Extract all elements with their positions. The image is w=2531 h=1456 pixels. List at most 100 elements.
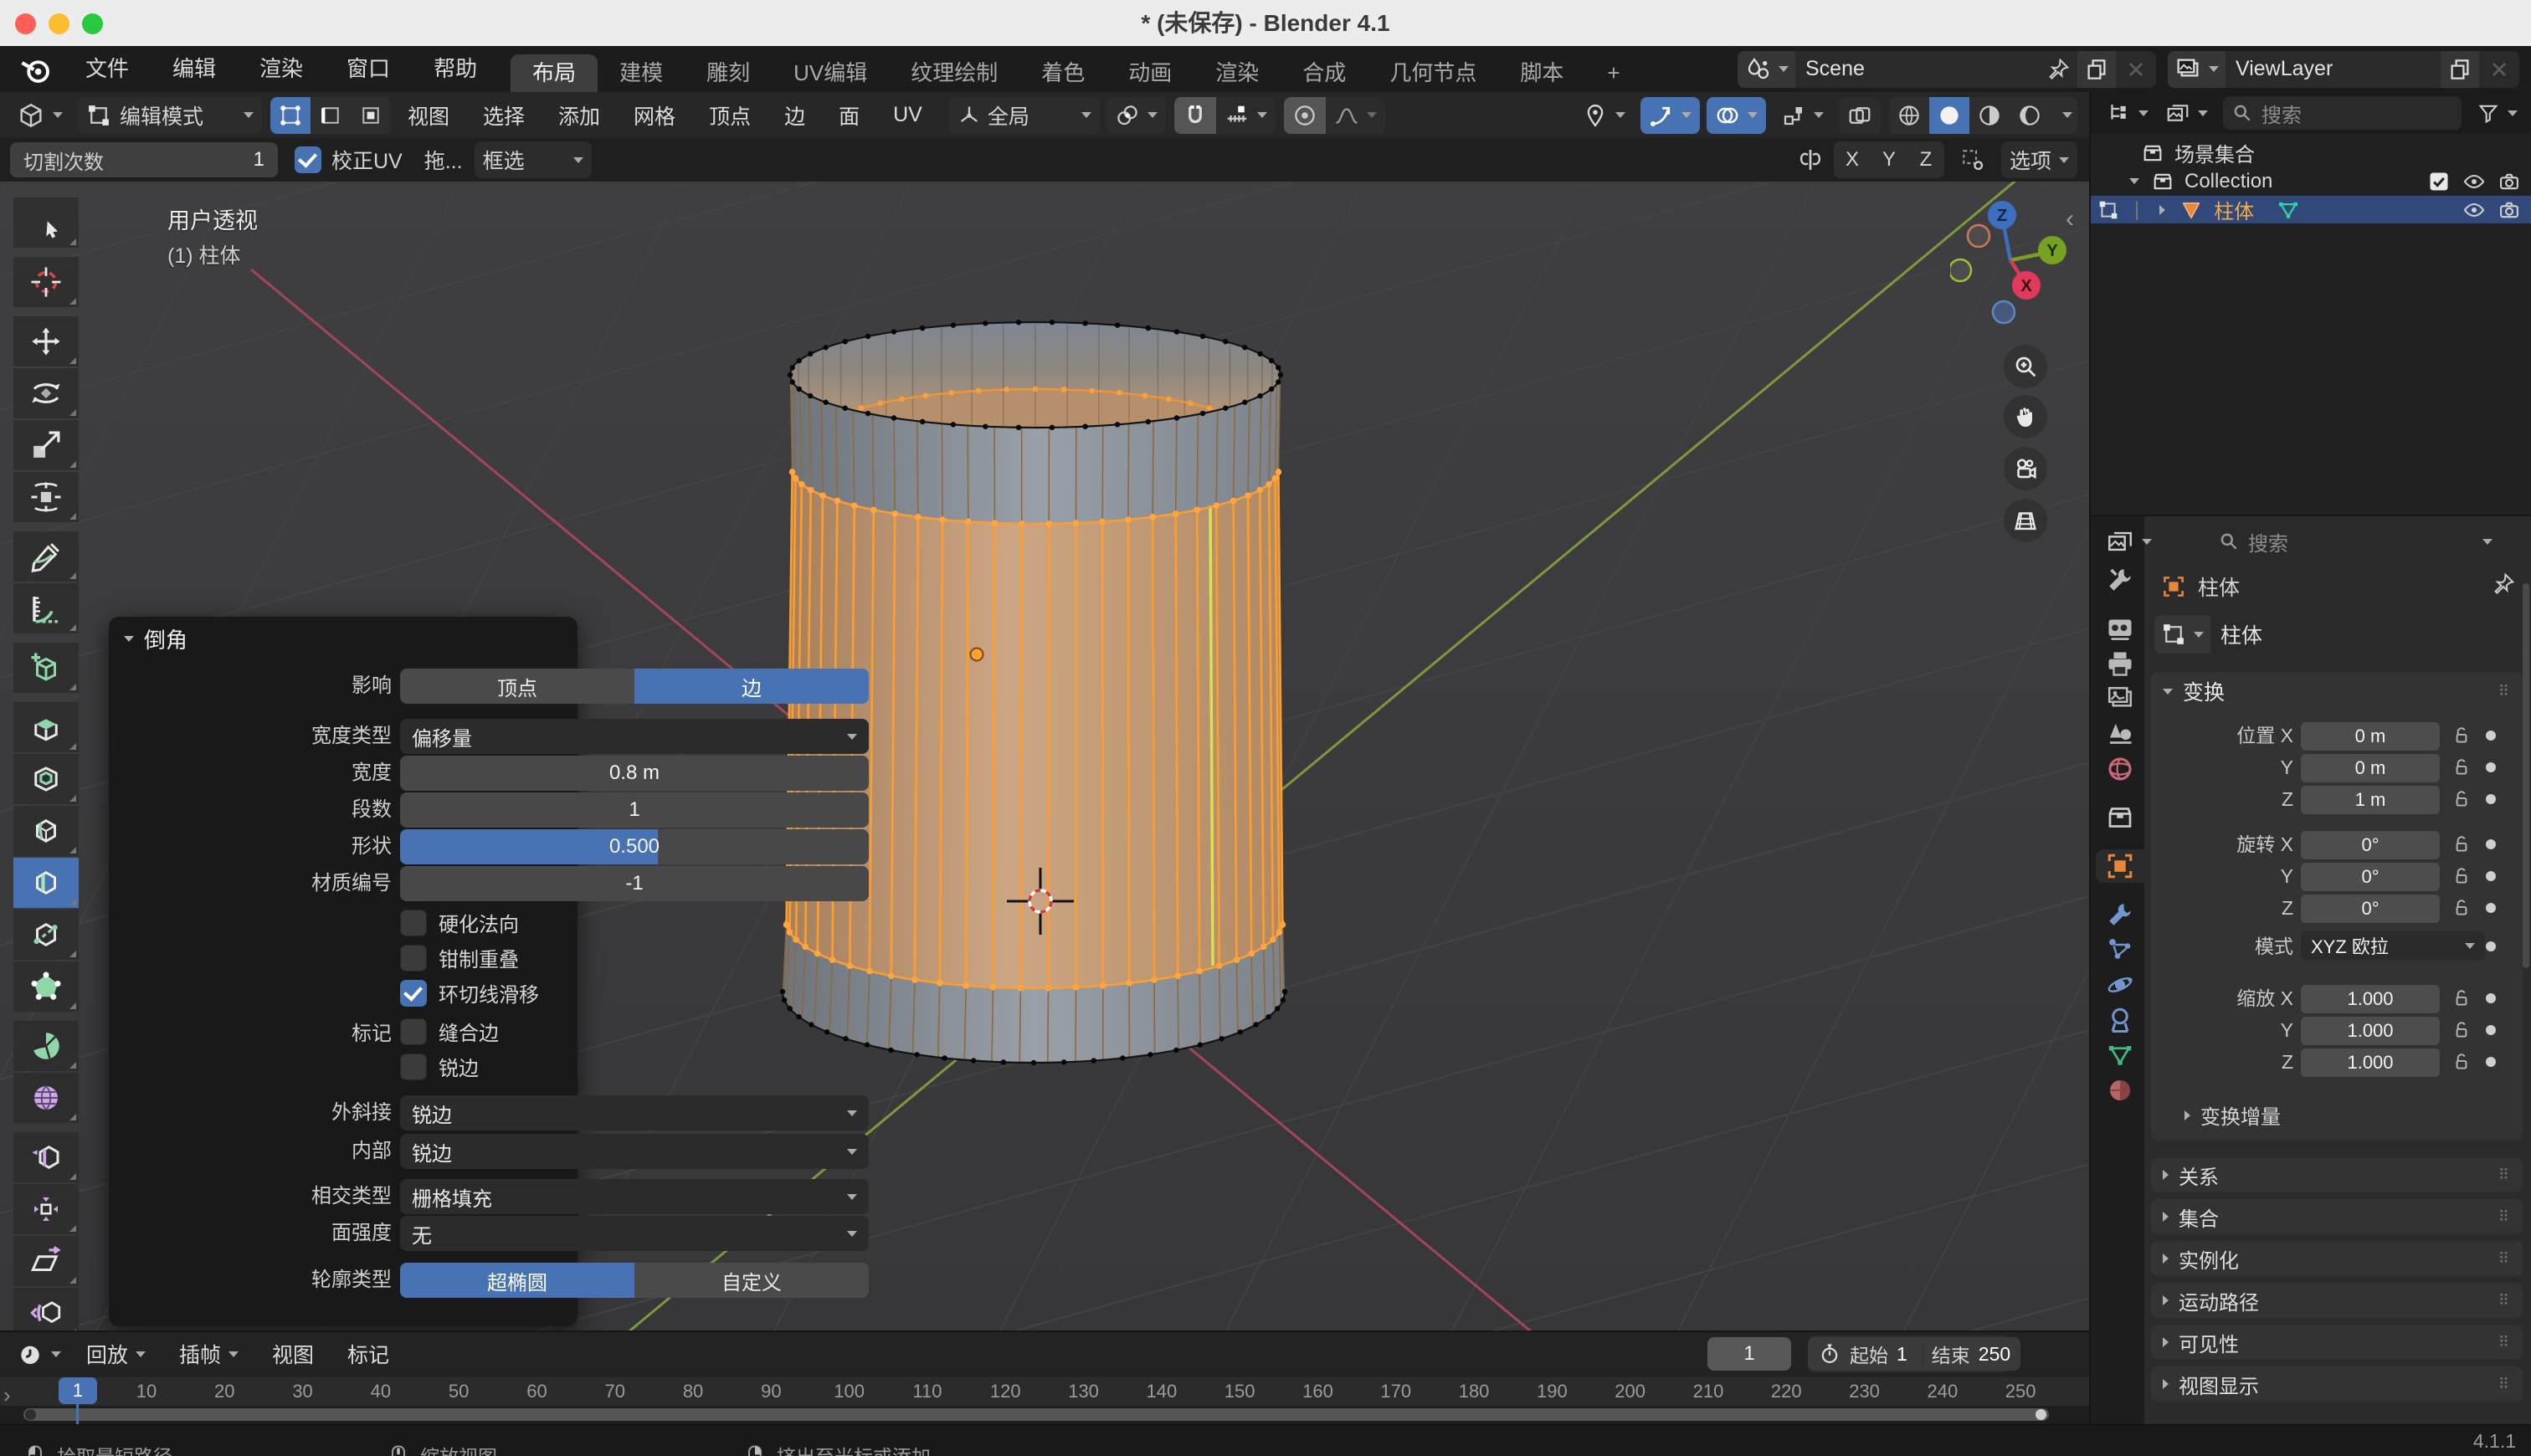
wireframe-shading-button[interactable] (1889, 97, 1929, 134)
animate-dot[interactable] (2486, 839, 2496, 849)
properties-section-collapsed[interactable]: 集合 ⠿ (2151, 1199, 2523, 1234)
lock-icon[interactable] (2451, 987, 2472, 1009)
tool-options-dropdown[interactable]: 选项 (2001, 141, 2077, 178)
gizmo-z-axis[interactable]: Z (1997, 207, 2007, 225)
gizmo-neg-z-axis[interactable] (1993, 301, 2015, 323)
gizmo-neg-y-axis[interactable] (1950, 259, 1971, 281)
profile-superellipse-option[interactable]: 超椭圆 (400, 1263, 634, 1298)
tab-tool[interactable] (2096, 563, 2144, 597)
transform-value-field[interactable]: 0° (2301, 863, 2440, 891)
tab-constraints[interactable] (2096, 1003, 2144, 1037)
miter-inner-dropdown[interactable]: 锐边 (400, 1134, 869, 1169)
pivot-point-dropdown[interactable] (1106, 97, 1166, 134)
disable-in-render-icon[interactable] (2498, 170, 2521, 193)
tool-spin[interactable] (13, 1021, 79, 1071)
affect-vertices-option[interactable]: 顶点 (400, 669, 634, 704)
timeline-scrollbar[interactable] (23, 1408, 2049, 1421)
target-snap-icon[interactable] (1951, 141, 1995, 178)
viewport-menu-item[interactable]: 顶点 (692, 100, 768, 131)
properties-section-collapsed[interactable]: 关系 ⠿ (2151, 1157, 2523, 1192)
end-frame-value[interactable]: 250 (1979, 1343, 2010, 1366)
outliner-display-mode-dropdown[interactable] (2097, 95, 2157, 131)
playhead-current-frame[interactable]: 1 (59, 1377, 97, 1404)
mirror-z-button[interactable]: Z (1907, 141, 1944, 178)
lock-icon[interactable] (2451, 833, 2472, 855)
correct-uv-checkbox[interactable] (295, 146, 321, 173)
blender-logo-icon[interactable] (18, 52, 54, 87)
tool-annotate[interactable] (13, 531, 79, 582)
show-overlays-toggle[interactable] (1707, 97, 1766, 134)
timeline-menu-item[interactable]: 标记 (331, 1339, 406, 1369)
scrollbar-right-knob[interactable] (2036, 1409, 2046, 1420)
gizmo-settings-dropdown[interactable] (1773, 97, 1832, 134)
pin-id-icon[interactable] (2491, 572, 2516, 597)
object-row-selected[interactable]: | 柱体 (2091, 196, 2531, 223)
new-scene-button[interactable] (2077, 51, 2116, 88)
lock-icon[interactable] (2451, 756, 2472, 778)
navigation-gizmo[interactable]: Z Y X (1950, 197, 2076, 331)
mirror-x-button[interactable]: X (1834, 141, 1871, 178)
tool-shear[interactable] (13, 1236, 79, 1286)
editor-type-button[interactable] (8, 97, 71, 134)
mark-sharps-checkbox[interactable] (400, 1054, 427, 1080)
face-select-button[interactable] (351, 97, 391, 134)
workspace-tab[interactable]: 动画 (1106, 54, 1194, 92)
disable-in-render-icon[interactable] (2498, 198, 2521, 222)
workspace-tab[interactable]: 雕刻 (685, 54, 772, 92)
timeline-menu-item[interactable]: 回放 (69, 1339, 162, 1369)
tool-move[interactable] (13, 316, 79, 367)
mirror-y-button[interactable]: Y (1871, 141, 1907, 178)
lock-icon[interactable] (2451, 1019, 2472, 1041)
new-viewlayer-button[interactable] (2441, 51, 2479, 88)
viewport-menu-item[interactable]: 网格 (617, 100, 692, 131)
transform-collapse-icon[interactable] (2163, 689, 2173, 695)
menu-item[interactable]: 渲染 (238, 46, 325, 92)
menu-item[interactable]: 帮助 (412, 46, 499, 92)
scene-name[interactable]: Scene (1795, 57, 2046, 81)
timeline-ruler[interactable]: 1020304050607080901001101201301401501601… (0, 1377, 2089, 1406)
hide-in-viewport-icon[interactable] (2462, 198, 2486, 222)
tab-collection[interactable] (2096, 801, 2144, 834)
animate-dot[interactable] (2486, 993, 2496, 1003)
transform-value-field[interactable]: 1.000 (2301, 1048, 2440, 1077)
properties-options-dropdown[interactable] (2474, 523, 2501, 560)
properties-scrollbar[interactable] (2523, 583, 2529, 968)
mode-dropdown[interactable]: 编辑模式 (78, 97, 262, 134)
pan-hand-button[interactable] (2004, 395, 2047, 438)
tool-poly-build[interactable] (13, 961, 79, 1012)
timeline-menu-item[interactable]: 插帧 (162, 1339, 255, 1369)
workspace-tab[interactable]: 布局 (511, 54, 598, 92)
cuts-number-field[interactable]: 切割次数 1 (10, 142, 278, 177)
tab-particles[interactable] (2096, 933, 2144, 966)
add-workspace-button[interactable]: + (1585, 54, 1641, 92)
gizmo-y-axis[interactable]: Y (2046, 242, 2058, 260)
timeline-editor-type-button[interactable] (8, 1336, 69, 1372)
tool-rotate[interactable] (13, 368, 79, 418)
segments-field[interactable]: 1 (400, 792, 869, 828)
scene-browse-icon[interactable] (1738, 51, 1795, 88)
unlink-scene-icon[interactable] (2124, 58, 2148, 81)
tab-view-layer[interactable] (2096, 682, 2144, 715)
xray-toggle[interactable] (1839, 97, 1881, 134)
menu-item[interactable]: 编辑 (151, 46, 238, 92)
affect-edges-option[interactable]: 边 (634, 669, 869, 704)
lock-icon[interactable] (2451, 1051, 2472, 1073)
timeline-menu-item[interactable]: 视图 (255, 1339, 331, 1369)
mark-seams-checkbox[interactable] (400, 1018, 427, 1045)
workspace-tab[interactable]: 渲染 (1194, 54, 1281, 92)
outliner-filter-mode-dropdown[interactable] (2157, 95, 2216, 131)
material-index-field[interactable]: -1 (400, 866, 869, 901)
mirror-icon[interactable] (1795, 145, 1825, 175)
animate-dot[interactable] (2486, 871, 2496, 881)
tab-scene[interactable] (2096, 717, 2144, 751)
vertex-select-button[interactable] (270, 97, 311, 134)
panel-collapse-icon[interactable] (124, 636, 134, 642)
animate-dot[interactable] (2486, 762, 2496, 772)
playhead-line[interactable] (76, 1404, 79, 1424)
scene-selector[interactable]: Scene (1738, 51, 2156, 88)
tool-edge-slide[interactable] (13, 1132, 79, 1182)
workspace-tab[interactable]: 着色 (1019, 54, 1106, 92)
delta-transform-section[interactable]: 变换增量 (2184, 1100, 2281, 1130)
tool-scale[interactable] (13, 420, 79, 470)
object-browse-icon[interactable] (2154, 615, 2210, 654)
